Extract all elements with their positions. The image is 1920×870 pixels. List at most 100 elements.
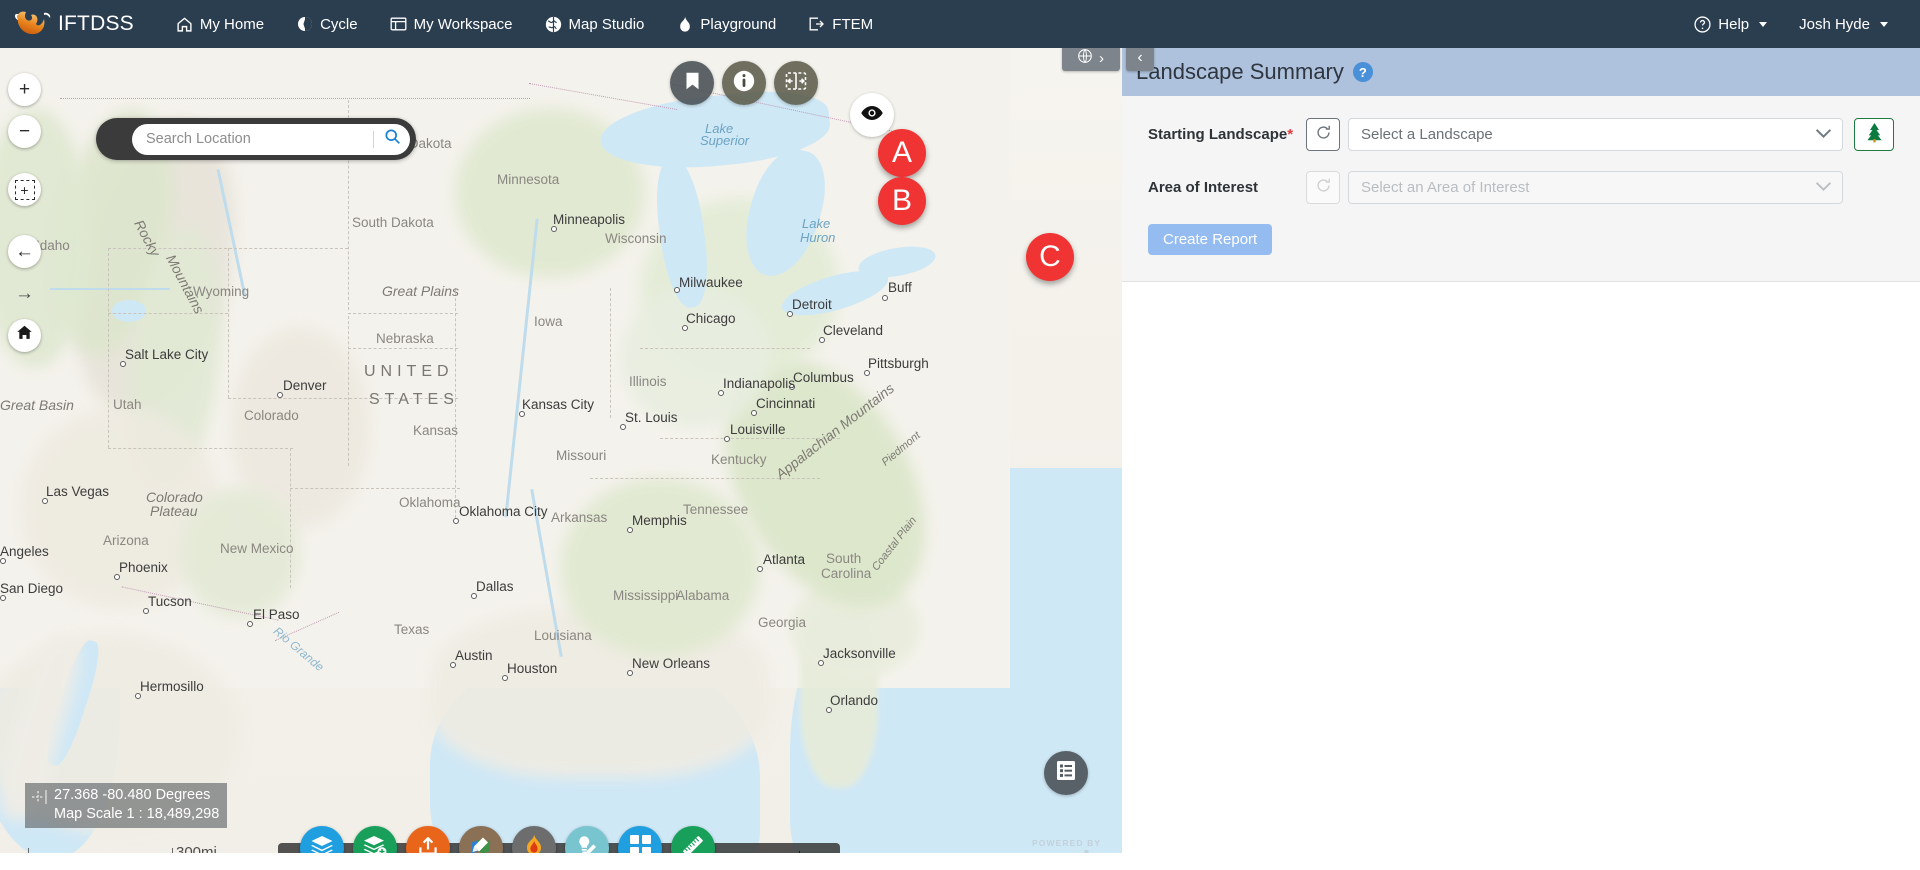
crosshair-icon bbox=[30, 789, 48, 811]
starting-landscape-label: Starting Landscape* bbox=[1148, 126, 1306, 143]
map-state-label: Nebraska bbox=[376, 331, 434, 346]
swipe-icon bbox=[785, 71, 807, 96]
zoom-box-icon: + bbox=[14, 179, 35, 200]
measure-button[interactable] bbox=[671, 826, 715, 853]
workspace-icon bbox=[390, 16, 407, 33]
search-input[interactable] bbox=[146, 131, 373, 147]
map-city-dot bbox=[471, 593, 477, 599]
nav-label: My Home bbox=[199, 15, 265, 33]
search-input-wrapper[interactable] bbox=[132, 123, 410, 155]
map-city-label: San Diego bbox=[0, 581, 64, 596]
step-badge-b: B bbox=[878, 177, 926, 225]
map-country-label: UNITED bbox=[364, 363, 454, 380]
zoom-in-button[interactable]: + bbox=[8, 73, 41, 106]
layer-visibility-button[interactable] bbox=[850, 93, 894, 137]
map-state-label: Louisiana bbox=[534, 628, 592, 643]
bookmark-icon bbox=[685, 72, 700, 95]
map-city-dot bbox=[819, 337, 825, 343]
top-navigation-bar: IFTDSS My Home Cycle My Workspace Map St… bbox=[0, 0, 1920, 48]
scale-bar-line bbox=[28, 848, 173, 853]
map-state-label: Illinois bbox=[629, 374, 667, 389]
map-city-label: Angeles bbox=[0, 544, 49, 559]
map-city-dot bbox=[114, 574, 120, 580]
nav-item-cycle[interactable]: Cycle bbox=[280, 0, 374, 48]
nav-item-help[interactable]: Help bbox=[1678, 0, 1783, 48]
map-state-label: Idaho bbox=[36, 238, 70, 253]
panel-help-icon[interactable]: ? bbox=[1352, 62, 1373, 82]
zoom-out-icon: − bbox=[18, 120, 31, 142]
swipe-compare-button[interactable] bbox=[774, 61, 818, 105]
nav-item-ftem[interactable]: FTEM bbox=[792, 0, 889, 48]
zoom-to-box-button[interactable]: + bbox=[8, 173, 41, 206]
chevron-right-icon: › bbox=[1099, 49, 1104, 67]
map-city-dot bbox=[502, 675, 508, 681]
map-city-dot bbox=[826, 707, 832, 713]
map-city-dot bbox=[627, 670, 633, 676]
search-button[interactable] bbox=[374, 124, 410, 155]
landscape-tree-button[interactable] bbox=[1854, 118, 1894, 151]
map-view[interactable]: MontanaNorth DakotaSouth DakotaMinnesota… bbox=[0, 48, 1122, 853]
basemap-toggle-button[interactable]: › bbox=[1062, 45, 1120, 71]
map-city-label: Buff bbox=[888, 280, 912, 295]
tree-icon bbox=[1865, 122, 1884, 148]
map-state-label: Arkansas bbox=[551, 510, 608, 525]
map-city-label: Denver bbox=[283, 378, 327, 393]
add-layer-button[interactable] bbox=[353, 826, 397, 853]
bookmarks-button[interactable] bbox=[670, 61, 714, 105]
map-city-dot bbox=[757, 566, 763, 572]
measure-icon bbox=[681, 834, 705, 853]
fire-behavior-button[interactable] bbox=[512, 826, 556, 853]
toolbar-next-button[interactable]: › bbox=[800, 843, 840, 853]
upload-button[interactable] bbox=[406, 826, 450, 853]
legend-button[interactable] bbox=[1044, 751, 1088, 795]
map-city-label: Salt Lake City bbox=[125, 347, 209, 362]
nav-item-my-workspace[interactable]: My Workspace bbox=[374, 0, 529, 48]
area-of-interest-label: Area of Interest bbox=[1148, 179, 1259, 196]
home-icon bbox=[176, 16, 193, 33]
starting-landscape-label-text: Starting Landscape bbox=[1148, 126, 1288, 143]
map-region-label: Great Plains bbox=[382, 283, 460, 299]
brand-logo-area[interactable]: IFTDSS bbox=[0, 9, 160, 39]
idea-edit-button[interactable] bbox=[565, 826, 609, 853]
map-city-label: Cleveland bbox=[823, 323, 884, 338]
map-city-label: Atlanta bbox=[763, 552, 806, 567]
previous-extent-button[interactable]: ← bbox=[8, 235, 41, 268]
map-scale-value: Map Scale 1 : 18,489,298 bbox=[54, 806, 220, 822]
nav-item-playground[interactable]: Playground bbox=[660, 0, 792, 48]
help-label: Help bbox=[1718, 15, 1750, 33]
map-info-button[interactable] bbox=[722, 61, 766, 105]
nav-item-map-studio[interactable]: Map Studio bbox=[529, 0, 661, 48]
map-city-label: Houston bbox=[507, 661, 558, 676]
edit-map-button[interactable] bbox=[459, 826, 503, 853]
landscape-summary-panel: Landscape Summary ? Starting Landscape* … bbox=[1122, 48, 1920, 870]
create-report-button[interactable]: Create Report bbox=[1148, 224, 1273, 255]
next-extent-button[interactable]: → bbox=[8, 277, 41, 310]
map-city-dot bbox=[450, 662, 456, 668]
legend-list-icon bbox=[1056, 760, 1076, 786]
map-country-label: STATES bbox=[369, 391, 459, 408]
layers-button[interactable] bbox=[300, 826, 344, 853]
nav-item-my-home[interactable]: My Home bbox=[160, 0, 280, 48]
coordinates-value: 27.368 -80.480 Degrees bbox=[54, 787, 211, 803]
map-city-label: Jacksonville bbox=[823, 646, 896, 661]
layers-icon bbox=[310, 835, 334, 853]
zoom-out-button[interactable]: − bbox=[8, 115, 41, 148]
coordinate-readout: 27.368 -80.480 Degrees Map Scale 1 : 18,… bbox=[25, 783, 228, 828]
grid-button[interactable] bbox=[618, 826, 662, 853]
nav-item-user-menu[interactable]: Josh Hyde bbox=[1783, 0, 1904, 48]
collapse-panel-button[interactable]: ‹ bbox=[1126, 45, 1154, 71]
edit-map-icon bbox=[469, 835, 493, 853]
map-city-dot bbox=[135, 693, 141, 699]
home-extent-button[interactable] bbox=[8, 319, 41, 352]
chevron-down-icon bbox=[1815, 126, 1832, 143]
map-state-label: Mississippi bbox=[613, 588, 679, 603]
refresh-icon bbox=[1315, 177, 1332, 199]
map-region-label: Plateau bbox=[150, 503, 198, 519]
area-of-interest-select: Select an Area of Interest bbox=[1348, 171, 1843, 204]
map-state-label: Alabama bbox=[676, 588, 730, 603]
map-city-label: Oklahoma City bbox=[459, 504, 548, 519]
starting-landscape-select[interactable]: Select a Landscape bbox=[1348, 118, 1843, 151]
map-state-label: Utah bbox=[113, 397, 142, 412]
refresh-landscapes-button[interactable] bbox=[1306, 118, 1340, 151]
map-city-dot bbox=[718, 390, 724, 396]
